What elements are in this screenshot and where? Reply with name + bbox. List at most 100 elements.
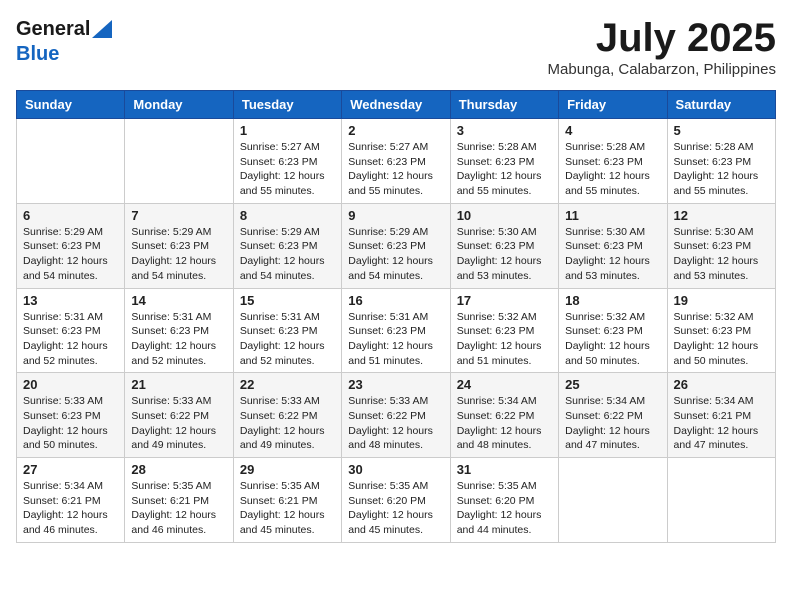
day-info: Sunrise: 5:35 AM Sunset: 6:21 PM Dayligh…	[131, 479, 226, 538]
table-row: 13 Sunrise: 5:31 AM Sunset: 6:23 PM Dayli…	[17, 288, 125, 373]
table-row: 15Sunrise: 5:31 AM Sunset: 6:23 PM Dayli…	[233, 288, 341, 373]
location-title: Mabunga, Calabarzon, Philippines	[548, 61, 776, 78]
table-row: 6Sunrise: 5:29 AM Sunset: 6:23 PM Daylig…	[17, 203, 125, 288]
day-number: 27	[23, 462, 118, 477]
day-number: 5	[674, 123, 769, 138]
col-wednesday: Wednesday	[342, 91, 450, 119]
day-info: Sunrise: 5:29 AM Sunset: 6:23 PM Dayligh…	[131, 225, 226, 284]
table-row	[125, 119, 233, 204]
day-number: 9	[348, 208, 443, 223]
day-info: Sunrise: 5:33 AM Sunset: 6:23 PM Dayligh…	[23, 394, 118, 453]
table-row: 3 Sunrise: 5:28 AM Sunset: 6:23 PM Daylig…	[450, 119, 558, 204]
col-tuesday: Tuesday	[233, 91, 341, 119]
day-number: 18	[565, 293, 660, 308]
day-number: 15	[240, 293, 335, 308]
day-info: Sunrise: 5:29 AM Sunset: 6:23 PM Dayligh…	[23, 225, 118, 284]
day-info: Sunrise: 5:27 AM Sunset: 6:23 PM Dayligh…	[348, 140, 443, 199]
col-sunday: Sunday	[17, 91, 125, 119]
day-info: Sunrise: 5:34 AM Sunset: 6:21 PM Dayligh…	[674, 394, 769, 453]
day-number: 7	[131, 208, 226, 223]
table-row: 23 Sunrise: 5:33 AM Sunset: 6:22 PM Dayli…	[342, 373, 450, 458]
header-row: Sunday Monday Tuesday Wednesday Thursday…	[17, 91, 776, 119]
table-row: 18 Sunrise: 5:32 AM Sunset: 6:23 PM Dayli…	[559, 288, 667, 373]
table-row: 22Sunrise: 5:33 AM Sunset: 6:22 PM Dayli…	[233, 373, 341, 458]
day-number: 4	[565, 123, 660, 138]
table-row	[17, 119, 125, 204]
table-row: 17 Sunrise: 5:32 AM Sunset: 6:23 PM Dayli…	[450, 288, 558, 373]
day-number: 11	[565, 208, 660, 223]
table-row: 21Sunrise: 5:33 AM Sunset: 6:22 PM Dayli…	[125, 373, 233, 458]
table-row: 27 Sunrise: 5:34 AM Sunset: 6:21 PM Dayli…	[17, 458, 125, 543]
day-number: 17	[457, 293, 552, 308]
table-row: 20 Sunrise: 5:33 AM Sunset: 6:23 PM Dayli…	[17, 373, 125, 458]
day-number: 22	[240, 377, 335, 392]
day-info: Sunrise: 5:34 AM Sunset: 6:21 PM Dayligh…	[23, 479, 118, 538]
table-row: 11Sunrise: 5:30 AM Sunset: 6:23 PM Dayli…	[559, 203, 667, 288]
day-number: 8	[240, 208, 335, 223]
table-row: 26Sunrise: 5:34 AM Sunset: 6:21 PM Dayli…	[667, 373, 775, 458]
day-number: 30	[348, 462, 443, 477]
logo-triangle-icon	[92, 16, 112, 43]
calendar-row: 1 Sunrise: 5:27 AM Sunset: 6:23 PM Daylig…	[17, 119, 776, 204]
table-row: 19 Sunrise: 5:32 AM Sunset: 6:23 PM Dayli…	[667, 288, 775, 373]
table-row: 4 Sunrise: 5:28 AM Sunset: 6:23 PM Daylig…	[559, 119, 667, 204]
day-number: 24	[457, 377, 552, 392]
calendar-row: 20 Sunrise: 5:33 AM Sunset: 6:23 PM Dayli…	[17, 373, 776, 458]
table-row: 31 Sunrise: 5:35 AM Sunset: 6:20 PM Dayli…	[450, 458, 558, 543]
table-row: 1Sunrise: 5:27 AM Sunset: 6:23 PM Daylig…	[233, 119, 341, 204]
calendar-row: 6Sunrise: 5:29 AM Sunset: 6:23 PM Daylig…	[17, 203, 776, 288]
day-number: 12	[674, 208, 769, 223]
day-number: 14	[131, 293, 226, 308]
day-number: 13	[23, 293, 118, 308]
table-row: 28 Sunrise: 5:35 AM Sunset: 6:21 PM Dayli…	[125, 458, 233, 543]
day-number: 25	[565, 377, 660, 392]
col-friday: Friday	[559, 91, 667, 119]
day-info: Sunrise: 5:30 AM Sunset: 6:23 PM Dayligh…	[457, 225, 552, 284]
day-number: 29	[240, 462, 335, 477]
day-info: Sunrise: 5:29 AM Sunset: 6:23 PM Dayligh…	[348, 225, 443, 284]
day-number: 31	[457, 462, 552, 477]
day-number: 2	[348, 123, 443, 138]
day-info: Sunrise: 5:33 AM Sunset: 6:22 PM Dayligh…	[131, 394, 226, 453]
col-thursday: Thursday	[450, 91, 558, 119]
day-number: 23	[348, 377, 443, 392]
day-info: Sunrise: 5:34 AM Sunset: 6:22 PM Dayligh…	[457, 394, 552, 453]
table-row: 8 Sunrise: 5:29 AM Sunset: 6:23 PM Daylig…	[233, 203, 341, 288]
col-saturday: Saturday	[667, 91, 775, 119]
day-number: 10	[457, 208, 552, 223]
logo-blue-text: Blue	[16, 43, 59, 65]
col-monday: Monday	[125, 91, 233, 119]
day-info: Sunrise: 5:32 AM Sunset: 6:23 PM Dayligh…	[674, 310, 769, 369]
day-number: 1	[240, 123, 335, 138]
day-info: Sunrise: 5:28 AM Sunset: 6:23 PM Dayligh…	[565, 140, 660, 199]
header: General Blue July 2025 Mabunga, Calabarz…	[16, 16, 776, 78]
logo: General Blue	[16, 16, 112, 66]
day-info: Sunrise: 5:32 AM Sunset: 6:23 PM Dayligh…	[565, 310, 660, 369]
day-info: Sunrise: 5:32 AM Sunset: 6:23 PM Dayligh…	[457, 310, 552, 369]
calendar-row: 13 Sunrise: 5:31 AM Sunset: 6:23 PM Dayli…	[17, 288, 776, 373]
day-info: Sunrise: 5:29 AM Sunset: 6:23 PM Dayligh…	[240, 225, 335, 284]
table-row: 12Sunrise: 5:30 AM Sunset: 6:23 PM Dayli…	[667, 203, 775, 288]
day-number: 16	[348, 293, 443, 308]
title-section: July 2025 Mabunga, Calabarzon, Philippin…	[548, 16, 776, 78]
table-row	[667, 458, 775, 543]
day-number: 20	[23, 377, 118, 392]
day-number: 28	[131, 462, 226, 477]
table-row: 5Sunrise: 5:28 AM Sunset: 6:23 PM Daylig…	[667, 119, 775, 204]
day-info: Sunrise: 5:31 AM Sunset: 6:23 PM Dayligh…	[23, 310, 118, 369]
table-row: 2 Sunrise: 5:27 AM Sunset: 6:23 PM Daylig…	[342, 119, 450, 204]
day-info: Sunrise: 5:31 AM Sunset: 6:23 PM Dayligh…	[131, 310, 226, 369]
day-info: Sunrise: 5:31 AM Sunset: 6:23 PM Dayligh…	[348, 310, 443, 369]
table-row: 25 Sunrise: 5:34 AM Sunset: 6:22 PM Dayli…	[559, 373, 667, 458]
calendar-table: Sunday Monday Tuesday Wednesday Thursday…	[16, 90, 776, 543]
logo-general-text: General	[16, 18, 90, 41]
day-number: 19	[674, 293, 769, 308]
day-info: Sunrise: 5:35 AM Sunset: 6:20 PM Dayligh…	[457, 479, 552, 538]
day-info: Sunrise: 5:28 AM Sunset: 6:23 PM Dayligh…	[457, 140, 552, 199]
month-title: July 2025	[548, 16, 776, 61]
day-info: Sunrise: 5:35 AM Sunset: 6:21 PM Dayligh…	[240, 479, 335, 538]
table-row	[559, 458, 667, 543]
day-info: Sunrise: 5:34 AM Sunset: 6:22 PM Dayligh…	[565, 394, 660, 453]
day-info: Sunrise: 5:33 AM Sunset: 6:22 PM Dayligh…	[348, 394, 443, 453]
day-number: 3	[457, 123, 552, 138]
